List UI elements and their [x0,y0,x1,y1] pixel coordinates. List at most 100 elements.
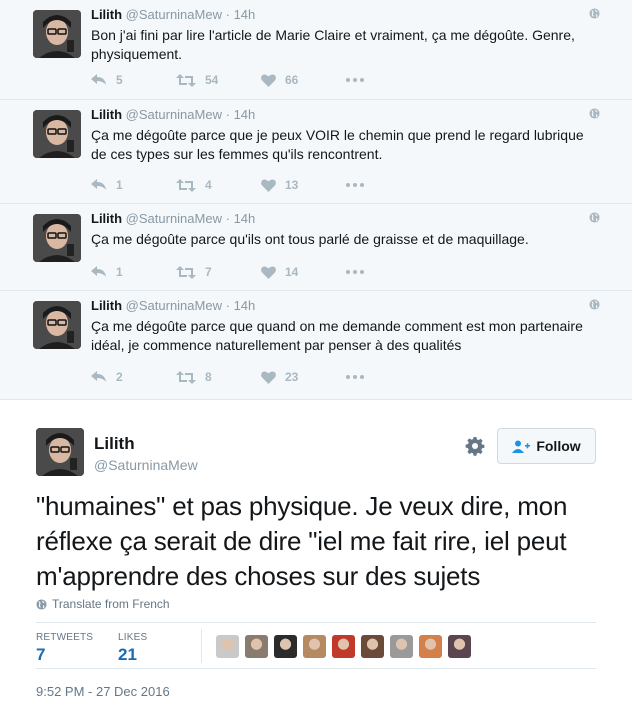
liker-avatar[interactable] [390,635,413,658]
tweet-header: Lilith @SaturninaMew · 14h [91,298,255,313]
more-button[interactable] [346,78,364,82]
author-handle[interactable]: @SaturninaMew [126,107,222,122]
reply-button[interactable]: 1 [91,178,176,192]
tweet-2[interactable]: Lilith @SaturninaMew · 14h Ça me dégoûte… [0,100,632,204]
like-count: 66 [285,73,299,87]
tweet-1[interactable]: Lilith @SaturninaMew · 14h Bon j'ai fini… [0,0,632,100]
dot-separator: · [225,298,230,313]
liker-avatar[interactable] [332,635,355,658]
retweets-count: 7 [36,645,46,664]
reply-count: 1 [116,178,123,192]
liker-avatar[interactable] [274,635,297,658]
tweet-header: Lilith @SaturninaMew · 14h [91,211,255,226]
liker-avatar[interactable] [216,635,239,658]
retweet-icon [176,178,196,192]
translate-link[interactable]: Translate from French [36,597,170,611]
more-button[interactable] [346,375,364,379]
globe-icon [36,598,47,610]
reply-icon [91,179,106,190]
reply-icon [91,266,106,277]
retweet-count: 7 [205,265,212,279]
retweet-button[interactable]: 4 [176,178,261,192]
globe-icon [589,108,600,119]
retweet-count: 54 [205,73,219,87]
dot-separator: · [225,7,230,22]
liker-avatar[interactable] [303,635,326,658]
reply-count: 1 [116,265,123,279]
liker-avatar[interactable] [448,635,471,658]
reply-button[interactable]: 1 [91,265,176,279]
follow-label: Follow [536,438,581,454]
globe-icon [589,299,600,310]
tweet-stats: RETWEETS 7 LIKES 21 [36,622,596,669]
retweet-button[interactable]: 7 [176,265,261,279]
translate-label: Translate from French [52,597,170,611]
reply-icon [91,74,106,85]
reply-button[interactable]: 2 [91,370,176,384]
dot-separator: · [225,107,230,122]
liker-avatar[interactable] [419,635,442,658]
heart-icon [261,265,276,279]
tweet-time[interactable]: 14h [234,7,256,22]
liker-avatar[interactable] [361,635,384,658]
gear-icon[interactable] [465,436,485,456]
follow-button[interactable]: Follow [497,428,596,464]
more-button[interactable] [346,183,364,187]
like-count: 14 [285,265,299,279]
globe-icon [589,8,600,19]
like-button[interactable]: 23 [261,370,346,384]
retweet-icon [176,265,196,279]
author-name[interactable]: Lilith [91,7,122,22]
tweet-text: Ça me dégoûte parce que je peux VOIR le … [91,127,584,162]
reply-count: 2 [116,370,123,384]
retweets-stat[interactable]: RETWEETS 7 [36,632,93,665]
author-handle[interactable]: @SaturninaMew [126,211,222,226]
author-handle[interactable]: @SaturninaMew [94,457,198,473]
tweet-3[interactable]: Lilith @SaturninaMew · 14h Ça me dégoûte… [0,204,632,291]
retweet-button[interactable]: 54 [176,73,261,87]
stats-divider [201,629,202,663]
tweet-time[interactable]: 14h [234,107,256,122]
avatar[interactable] [36,428,84,476]
more-button[interactable] [346,270,364,274]
avatar[interactable] [33,110,81,158]
avatar[interactable] [33,301,81,349]
liker-avatar[interactable] [245,635,268,658]
tweet-text: Ça me dégoûte parce qu'ils ont tous parl… [91,231,529,247]
avatar[interactable] [33,10,81,58]
likes-count: 21 [118,645,137,664]
retweets-label: RETWEETS [36,632,94,643]
main-tweet: Lilith @SaturninaMew Follow "humaines" e… [0,400,632,713]
more-dots-icon [346,78,364,82]
like-count: 23 [285,370,299,384]
more-dots-icon [346,183,364,187]
reply-button[interactable]: 5 [91,73,176,87]
globe-icon [589,212,600,223]
author-name[interactable]: Lilith [91,211,122,226]
retweet-button[interactable]: 8 [176,370,261,384]
like-button[interactable]: 14 [261,265,346,279]
retweet-icon [176,73,196,87]
retweet-count: 8 [205,370,212,384]
author-name[interactable]: Lilith [91,107,122,122]
likes-stat[interactable]: LIKES 21 [118,632,147,665]
avatar[interactable] [33,214,81,262]
likers-avatars [216,635,471,658]
tweet-4[interactable]: Lilith @SaturninaMew · 14h Ça me dégoûte… [0,291,632,400]
tweet-time[interactable]: 14h [234,298,256,313]
add-user-icon [512,440,531,453]
tweet-actions: 2 8 23 [91,368,364,386]
like-button[interactable]: 66 [261,73,346,87]
like-button[interactable]: 13 [261,178,346,192]
like-count: 13 [285,178,299,192]
author-handle[interactable]: @SaturninaMew [126,298,222,313]
tweet-header: Lilith @SaturninaMew · 14h [91,7,255,22]
author-handle[interactable]: @SaturninaMew [126,7,222,22]
more-dots-icon [346,375,364,379]
tweet-actions: 1 4 13 [91,176,364,194]
tweet-text: Bon j'ai fini par lire l'article de Mari… [91,27,575,62]
author-name[interactable]: Lilith [91,298,122,313]
author-name[interactable]: Lilith [94,434,135,454]
tweet-timestamp[interactable]: 9:52 PM - 27 Dec 2016 [36,684,170,699]
tweet-time[interactable]: 14h [234,211,256,226]
